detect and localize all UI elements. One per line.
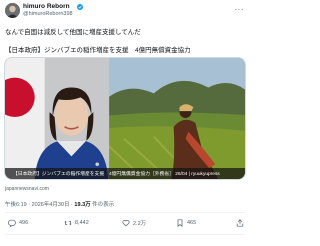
author-avatar[interactable] — [5, 3, 20, 18]
bookmark-icon — [177, 219, 183, 227]
divider — [5, 212, 245, 213]
views-label: 件の表示 — [92, 202, 115, 208]
reply-button[interactable]: 496 — [8, 218, 28, 228]
share-button[interactable] — [236, 218, 244, 228]
bottom-divider — [5, 234, 245, 235]
post-card: himuro Reborn @himuroReborn398 ··· なんで自国… — [0, 0, 250, 246]
media-card[interactable]: 【日本政府】ジンバブエの稲作増産を支援 4億円無償資金協力［外務省］ 26/04… — [4, 57, 246, 180]
heart-icon — [122, 220, 130, 227]
repost-icon — [64, 220, 72, 226]
news-photo — [5, 58, 245, 179]
share-icon — [236, 219, 244, 227]
more-options-icon[interactable]: ··· — [235, 5, 245, 14]
repost-count: 8,442 — [75, 220, 89, 226]
post-meta: 午後6:19 · 2026年4月30日 · 19.3万 件の表示 — [5, 200, 114, 208]
post-time[interactable]: 午後6:19 · 2026年4月30日 — [5, 202, 70, 208]
reply-icon — [8, 219, 16, 227]
source-domain[interactable]: japannewsnavi.com — [5, 186, 49, 192]
reply-count: 496 — [19, 220, 29, 226]
verified-badge-icon — [77, 3, 83, 10]
repost-button[interactable]: 8,442 — [64, 218, 89, 228]
like-count: 2.2万 — [133, 221, 147, 227]
link-title[interactable]: 【日本政府】ジンバブエの稲作増産を支援 4億円無償資金協力 — [5, 44, 191, 54]
author-handle[interactable]: @himuroReborn398 — [23, 11, 73, 17]
like-button[interactable]: 2.2万 — [122, 218, 146, 228]
bookmark-button[interactable]: 465 — [176, 218, 196, 228]
bookmark-count: 465 — [187, 220, 197, 226]
post-text: なんで自国は減反して他国に増産支援してんだ — [5, 29, 141, 36]
media-caption: 【日本政府】ジンバブエの稲作増産を支援 4億円無償資金協力［外務省］ 26/04… — [13, 171, 220, 177]
author-name[interactable]: himuro Reborn — [23, 3, 70, 10]
views-count: 19.3万 — [74, 202, 91, 208]
